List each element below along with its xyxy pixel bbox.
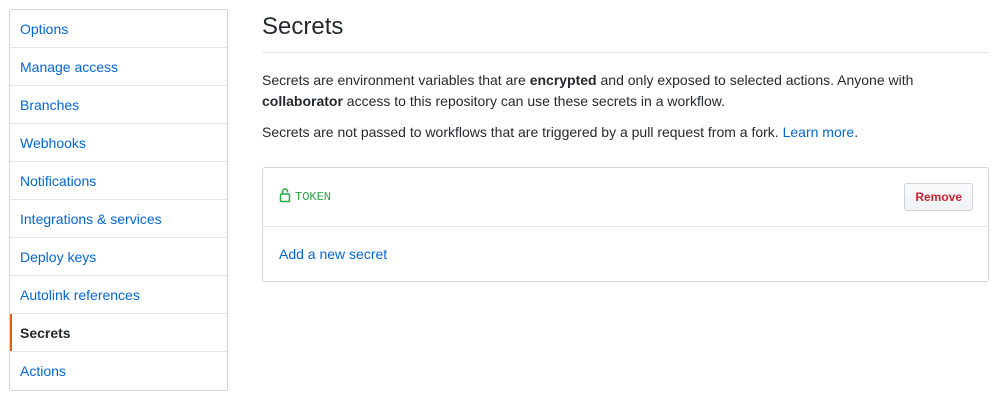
description-text-1: Secrets are environment variables that a… xyxy=(262,72,530,88)
sidebar-item-webhooks[interactable]: Webhooks xyxy=(10,124,227,162)
settings-sidebar: Options Manage access Branches Webhooks … xyxy=(9,9,228,391)
sidebar-item-autolink-references[interactable]: Autolink references xyxy=(10,276,227,314)
secrets-list: TOKEN Remove Add a new secret xyxy=(262,167,989,282)
sidebar-item-integrations[interactable]: Integrations & services xyxy=(10,200,227,238)
secret-name-label: TOKEN xyxy=(295,190,332,204)
sidebar-item-notifications[interactable]: Notifications xyxy=(10,162,227,200)
sidebar-item-branches[interactable]: Branches xyxy=(10,86,227,124)
remove-secret-button[interactable]: Remove xyxy=(904,183,973,211)
add-secret-row: Add a new secret xyxy=(263,227,988,281)
sidebar-item-secrets[interactable]: Secrets xyxy=(10,314,227,352)
sidebar-item-deploy-keys[interactable]: Deploy keys xyxy=(10,238,227,276)
description-text-2: and only exposed to selected actions. An… xyxy=(596,72,914,88)
secrets-description: Secrets are environment variables that a… xyxy=(262,70,989,112)
description-bold-collaborator: collaborator xyxy=(262,93,343,109)
description-bold-encrypted: encrypted xyxy=(529,72,597,88)
fork-note-text: Secrets are not passed to workflows that… xyxy=(262,124,783,140)
add-new-secret-link[interactable]: Add a new secret xyxy=(279,246,387,262)
fork-note-period: . xyxy=(854,124,859,140)
sidebar-item-options[interactable]: Options xyxy=(10,10,227,48)
sidebar-item-manage-access[interactable]: Manage access xyxy=(10,48,227,86)
fork-note: Secrets are not passed to workflows that… xyxy=(262,122,989,143)
learn-more-link[interactable]: Learn more xyxy=(783,124,855,140)
lock-icon xyxy=(279,187,295,207)
sidebar-item-actions[interactable]: Actions xyxy=(10,352,227,390)
secret-row: TOKEN Remove xyxy=(263,168,988,227)
description-text-3: access to this repository can use these … xyxy=(342,93,725,109)
page-title: Secrets xyxy=(262,0,989,53)
main-content: Secrets Secrets are environment variable… xyxy=(262,0,989,282)
secret-name: TOKEN xyxy=(279,187,331,207)
